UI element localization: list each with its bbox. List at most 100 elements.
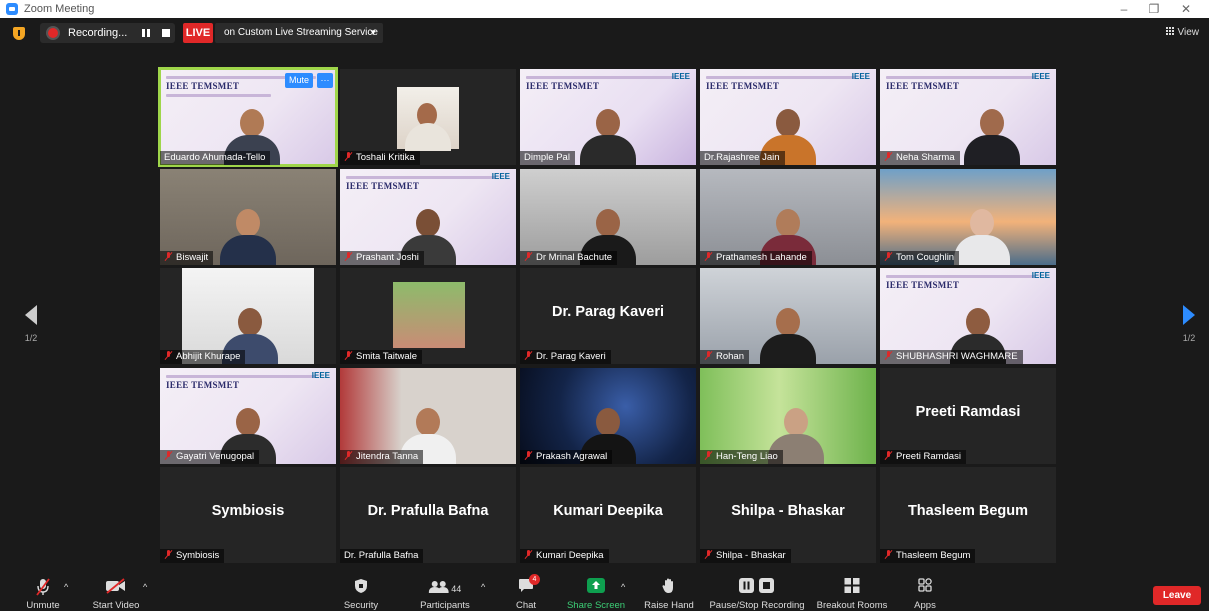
window-title: Zoom Meeting — [24, 3, 95, 15]
video-tile[interactable]: Symbiosis Symbiosis — [160, 467, 336, 563]
video-tile[interactable]: Smita Taitwale — [340, 268, 516, 364]
video-tile[interactable]: IEEE TEMSMET IEEE Prashant Joshi — [340, 169, 516, 265]
apps-label: Apps — [914, 600, 936, 611]
participant-name: Dr.Rajashree Jain — [700, 151, 785, 165]
video-tile[interactable]: Rohan — [700, 268, 876, 364]
video-tile[interactable]: Toshali Kritika — [340, 69, 516, 165]
participant-name: Prashant Joshi — [340, 251, 424, 265]
participant-name: Biswajit — [160, 251, 214, 265]
video-tile[interactable]: Shilpa - Bhaskar Shilpa - Bhaskar — [700, 467, 876, 563]
recording-dot-icon — [48, 28, 58, 38]
participant-display-name: Symbiosis — [211, 503, 285, 519]
ieee-logo: IEEE — [671, 72, 690, 81]
video-tile[interactable]: Biswajit — [160, 169, 336, 265]
restore-button[interactable]: ❐ — [1139, 1, 1169, 17]
pause-recording-icon[interactable] — [142, 29, 150, 37]
leave-meeting-button[interactable]: Leave — [1153, 586, 1201, 605]
muted-mic-icon — [164, 451, 173, 460]
muted-mic-icon — [884, 351, 893, 360]
participant-display-name: Thasleem Begum — [907, 503, 1029, 519]
pause-stop-recording-icon — [739, 578, 774, 593]
minimize-button[interactable]: – — [1109, 1, 1139, 17]
participant-name: Tom Coughlin — [880, 251, 960, 265]
live-stream-dropdown[interactable]: on Custom Live Streaming Service ▼ — [215, 23, 383, 43]
apps-button[interactable]: Apps — [908, 572, 942, 611]
participant-name: Symbiosis — [160, 549, 225, 563]
chat-unread-badge: 4 — [529, 574, 540, 585]
muted-mic-icon — [344, 351, 353, 360]
video-tile[interactable]: Tom Coughlin — [880, 169, 1056, 265]
view-button[interactable]: View — [1165, 27, 1200, 38]
video-tile[interactable]: Kumari Deepika Kumari Deepika — [520, 467, 696, 563]
video-tile[interactable]: Han-Teng Liao — [700, 368, 876, 464]
participant-name: Toshali Kritika — [340, 151, 420, 165]
share-screen-icon — [587, 578, 605, 593]
share-options-chevron-icon[interactable]: ^ — [621, 582, 625, 592]
zoom-logo-icon — [6, 3, 18, 15]
muted-mic-icon — [704, 252, 713, 261]
encryption-shield-icon[interactable] — [13, 27, 25, 40]
video-options-chevron-icon[interactable]: ^ — [143, 582, 147, 592]
start-video-label: Start Video — [92, 600, 140, 611]
muted-mic-icon — [884, 451, 893, 460]
security-button[interactable]: Security — [340, 572, 382, 611]
pause-stop-recording-button[interactable]: Pause/Stop Recording — [708, 572, 806, 611]
share-screen-button[interactable]: Share Screen — [562, 572, 630, 611]
muted-mic-icon — [164, 550, 173, 559]
chat-button[interactable]: 4 Chat — [510, 572, 542, 611]
close-button[interactable]: ✕ — [1171, 1, 1201, 17]
more-options-button[interactable]: ··· — [317, 73, 333, 88]
stop-recording-icon[interactable] — [162, 29, 170, 37]
participant-display-name: Dr. Parag Kaveri — [551, 304, 665, 320]
ieee-logo: IEEE — [1031, 271, 1050, 280]
video-tile[interactable]: IEEE TEMSMET IEEE Dimple Pal — [520, 69, 696, 165]
participant-display-name: Preeti Ramdasi — [915, 404, 1021, 420]
video-tile[interactable]: Dr. Parag Kaveri Dr. Parag Kaveri — [520, 268, 696, 364]
security-label: Security — [343, 600, 379, 611]
video-tile[interactable]: Thasleem Begum Thasleem Begum — [880, 467, 1056, 563]
live-stream-label: on Custom Live Streaming Service — [224, 27, 378, 38]
ieee-logo: IEEE — [851, 72, 870, 81]
breakout-rooms-button[interactable]: Breakout Rooms — [814, 572, 890, 611]
unmute-label: Unmute — [26, 600, 60, 611]
video-tile[interactable]: IEEE TEMSMET IEEE SHUBHASHRI WAGHMARE — [880, 268, 1056, 364]
muted-mic-icon — [164, 351, 173, 360]
video-tile[interactable]: IEEE TEMSMET IEEE Neha Sharma — [880, 69, 1056, 165]
muted-mic-icon — [884, 550, 893, 559]
participants-options-chevron-icon[interactable]: ^ — [481, 582, 485, 592]
previous-page-nav[interactable]: 1/2 — [16, 305, 46, 343]
arrow-right-icon — [1183, 305, 1195, 325]
participant-name: Shilpa - Bhaskar — [700, 549, 791, 563]
video-tile[interactable]: Prakash Agrawal — [520, 368, 696, 464]
pause-stop-recording-label: Pause/Stop Recording — [709, 600, 805, 611]
view-label: View — [1177, 27, 1200, 38]
participant-display-name: Shilpa - Bhaskar — [731, 503, 845, 519]
video-tile[interactable]: IEEE TEMSMET Mute ··· Eduardo Ahumada-Te… — [158, 67, 338, 167]
video-tile[interactable]: Preeti Ramdasi Preeti Ramdasi — [880, 368, 1056, 464]
participant-name: Han-Teng Liao — [700, 450, 783, 464]
participant-name: Eduardo Ahumada-Tello — [160, 151, 271, 165]
raise-hand-icon — [662, 578, 673, 593]
muted-mic-icon — [524, 351, 533, 360]
participant-name: Dr. Parag Kaveri — [520, 350, 611, 364]
video-tile[interactable]: IEEE TEMSMET IEEE Dr.Rajashree Jain — [700, 69, 876, 165]
participant-display-name: Kumari Deepika — [553, 503, 663, 519]
video-tile[interactable]: Abhijit Khurape — [160, 268, 336, 364]
video-tile[interactable]: Dr Mrinal Bachute — [520, 169, 696, 265]
raise-hand-button[interactable]: Raise Hand — [642, 572, 696, 611]
chat-label: Chat — [515, 600, 537, 611]
video-tile[interactable]: Prathamesh Lahande — [700, 169, 876, 265]
start-video-button[interactable]: Start Video — [88, 572, 144, 611]
video-tile[interactable]: Dr. Prafulla Bafna Dr. Prafulla Bafna — [340, 467, 516, 563]
gallery-grid-icon — [1165, 27, 1175, 35]
mute-participant-button[interactable]: Mute — [285, 73, 313, 88]
next-page-nav[interactable]: 1/2 — [1174, 305, 1204, 343]
participants-button[interactable]: 44 Participants — [416, 572, 474, 611]
video-tile[interactable]: IEEE TEMSMET IEEE Gayatri Venugopal — [160, 368, 336, 464]
muted-mic-icon — [704, 451, 713, 460]
participant-name: Preeti Ramdasi — [880, 450, 966, 464]
unmute-button[interactable]: Unmute — [20, 572, 66, 611]
audio-options-chevron-icon[interactable]: ^ — [64, 582, 68, 592]
video-tile[interactable]: Jitendra Tanna — [340, 368, 516, 464]
share-screen-label: Share Screen — [566, 600, 626, 611]
